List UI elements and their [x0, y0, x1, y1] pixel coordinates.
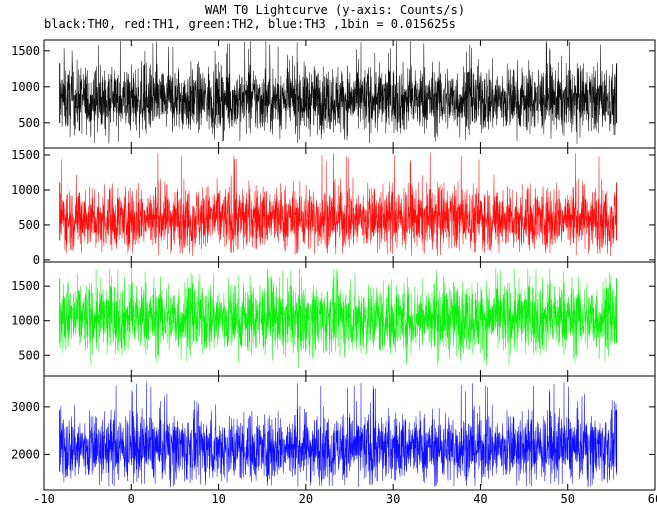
x-tick-label: 50 — [560, 492, 574, 504]
x-tick-label: 0 — [128, 492, 135, 504]
x-axis: -10 0 10 20 30 40 50 60 — [33, 492, 657, 506]
y-tick-label: 1500 — [11, 44, 40, 58]
x-tick-label: 20 — [299, 492, 313, 504]
x-tick-label: -10 — [33, 492, 55, 504]
chart-svg: WAM T0 Lightcurve (y-axis: Counts/s) bla… — [11, 3, 657, 506]
panel-th2: 500 1000 1500 — [11, 261, 656, 377]
x-tick-label: 10 — [211, 492, 225, 504]
y-tick-label: 500 — [18, 348, 40, 362]
y-tick-label: 1000 — [11, 80, 40, 94]
y-tick-label: 1500 — [11, 279, 40, 293]
panels: 500 1000 1500 0 500 1000 1500 500 1000 1500 2000 30… — [11, 39, 656, 491]
y-tick-label: 1500 — [11, 148, 40, 162]
lightcurve-chart: WAM T0 Lightcurve (y-axis: Counts/s) bla… — [0, 0, 657, 506]
panel-th1: 0 500 1000 1500 — [11, 147, 656, 267]
panel-th0: 500 1000 1500 — [11, 39, 656, 149]
chart-title: WAM T0 Lightcurve (y-axis: Counts/s) — [205, 3, 465, 17]
chart-subtitle: black:TH0, red:TH1, green:TH2, blue:TH3 … — [44, 17, 456, 31]
x-tick-label: 40 — [473, 492, 487, 504]
y-tick-label: 500 — [18, 116, 40, 130]
y-tick-label: 1000 — [11, 183, 40, 197]
y-tick-label: 2000 — [11, 447, 40, 461]
y-tick-label: 1000 — [11, 314, 40, 328]
series-th3-line — [59, 382, 617, 488]
y-tick-label: 0 — [33, 253, 40, 267]
x-tick-label: 30 — [386, 492, 400, 504]
series-th1-line — [59, 152, 617, 257]
panel-th3: 2000 3000 — [11, 375, 656, 491]
x-tick-label: 60 — [648, 492, 657, 504]
series-th2-line — [59, 268, 617, 368]
series-th0-line — [59, 40, 617, 144]
y-tick-label: 500 — [18, 218, 40, 232]
y-tick-label: 3000 — [11, 400, 40, 414]
